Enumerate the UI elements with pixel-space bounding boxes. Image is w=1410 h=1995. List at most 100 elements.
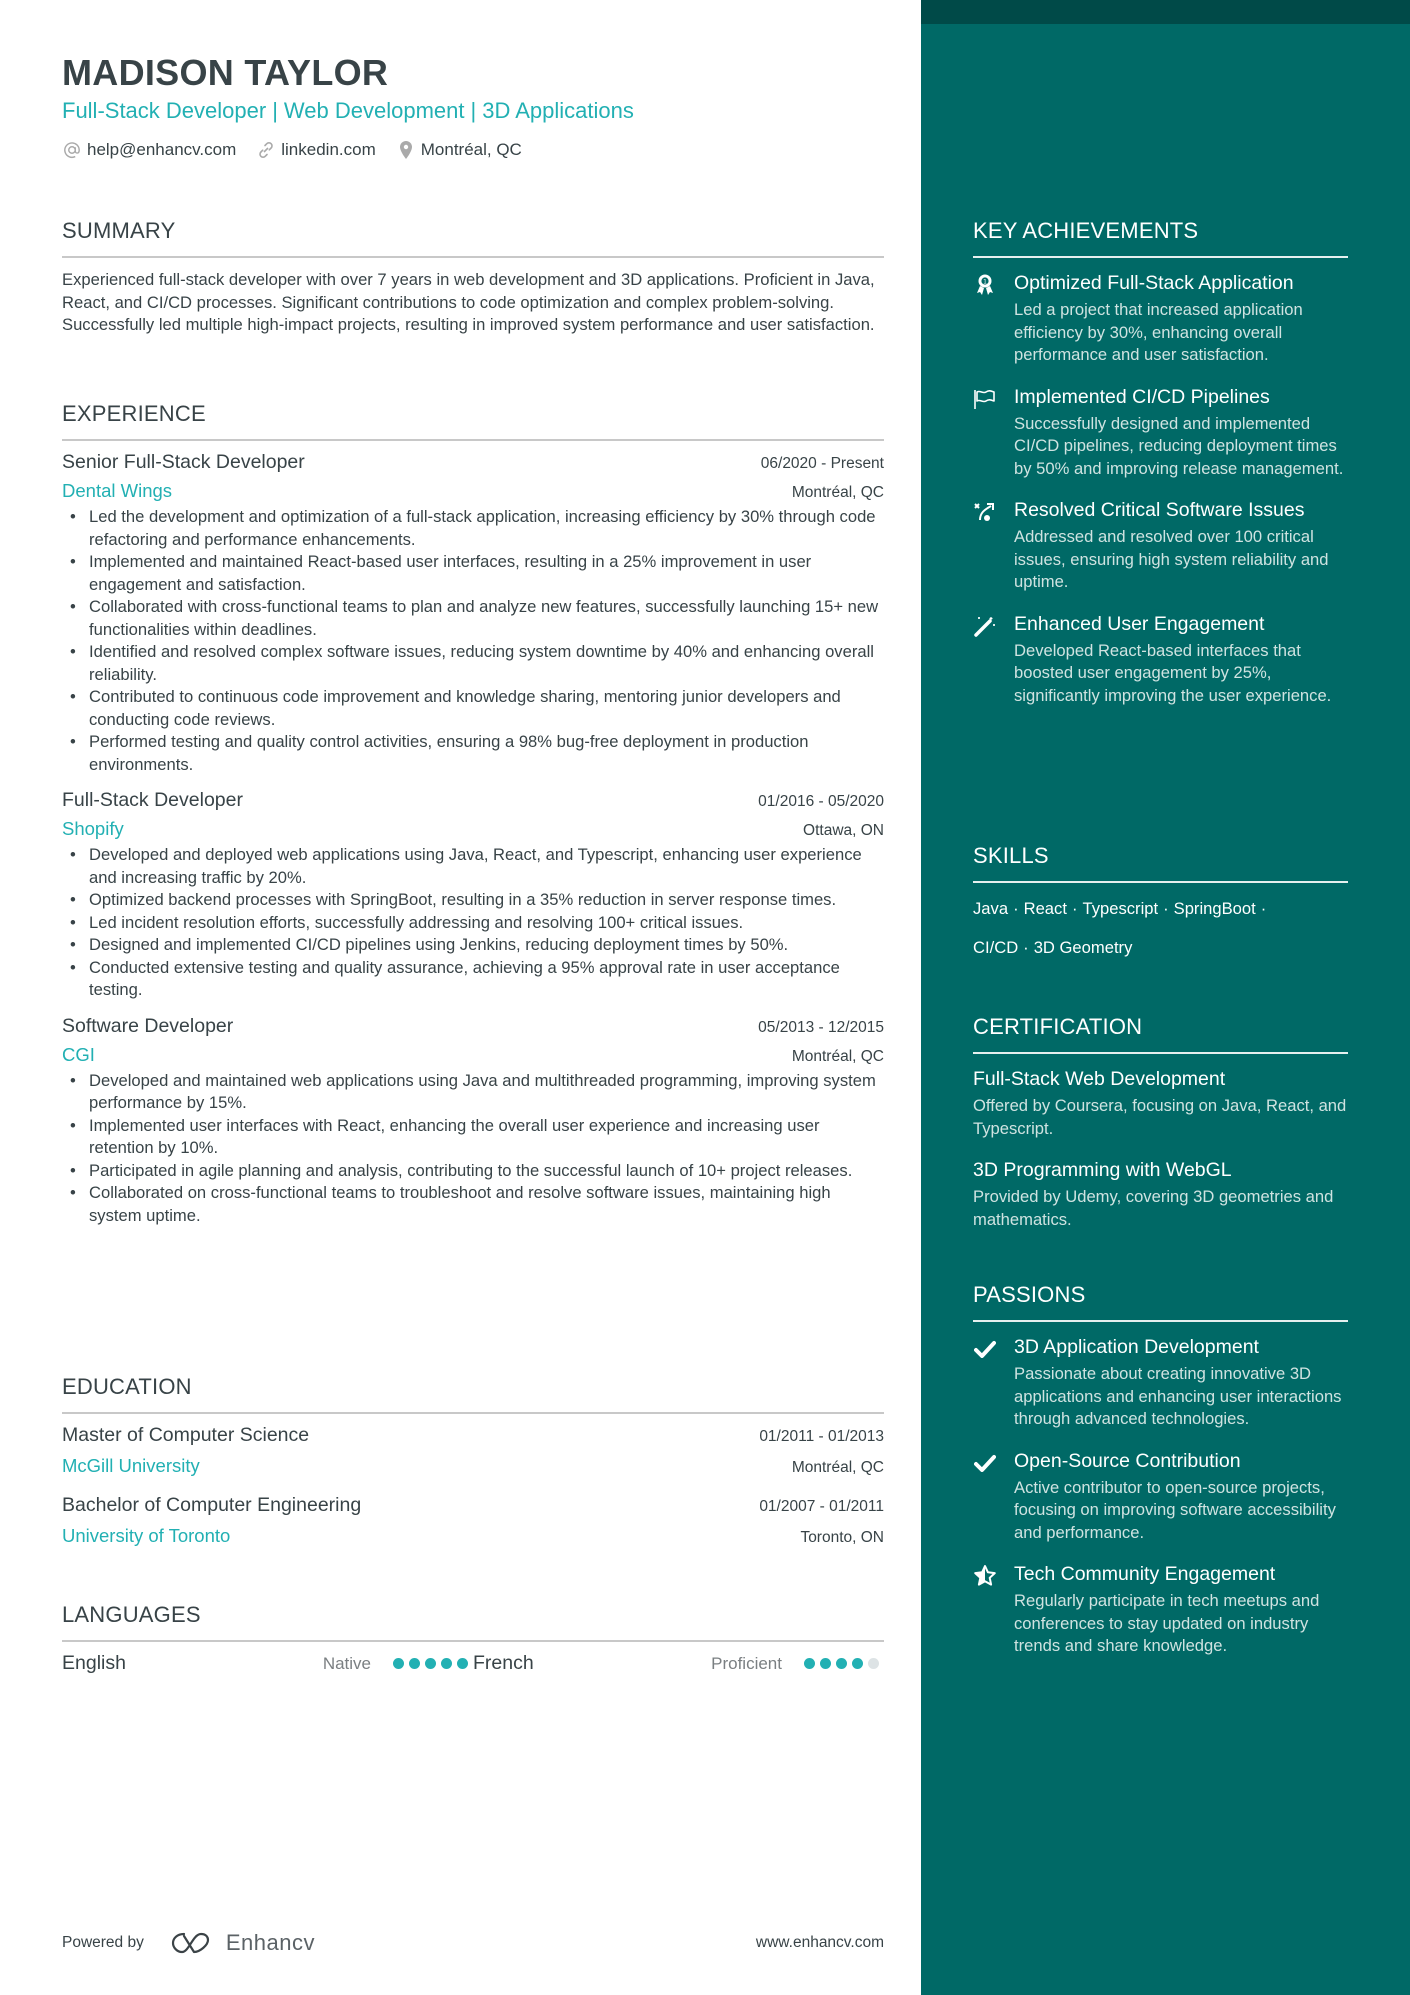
- contact-location-text: Montréal, QC: [420, 140, 522, 159]
- achievement-title: Optimized Full-Stack Application: [1014, 272, 1294, 294]
- passion-title: Open-Source Contribution: [1014, 1449, 1241, 1472]
- summary-section: SUMMARY Experienced full-stack developer…: [62, 218, 884, 337]
- skill-tag: CI/CD: [973, 938, 1019, 957]
- rating-dot-filled: [852, 1658, 863, 1669]
- contact-location: Montréal, QC: [396, 140, 522, 160]
- contact-list: help@enhancv.com linkedin.com Montréal, …: [62, 140, 542, 160]
- education-location: Montréal, QC: [791, 1459, 884, 1476]
- achievement-item: Enhanced User Engagement Developed React…: [973, 611, 1348, 708]
- checkmark-icon: [973, 1451, 997, 1475]
- achievement-title: Implemented CI/CD Pipelines: [1014, 385, 1270, 408]
- footer-url[interactable]: www.enhancv.com: [756, 1934, 884, 1952]
- award-ribbon-icon: 1: [973, 273, 997, 297]
- rating-dot-filled: [441, 1658, 452, 1669]
- footer: Powered by Enhancv www.enhancv.com: [62, 1930, 884, 1956]
- skills-section: SKILLS Java · React · Typescript · SpringBoot ·…: [973, 843, 1348, 967]
- experience-entry: Full-Stack Developer 01/2016 - 05/2020 S…: [62, 789, 884, 1002]
- rating-dot-filled: [836, 1658, 847, 1669]
- company-name: CGI: [62, 1043, 95, 1065]
- headline-part: 3D Applications: [482, 98, 634, 123]
- bullet-item: Designed and implemented CI/CD pipelines…: [62, 934, 884, 957]
- skill-tag: SpringBoot: [1173, 899, 1256, 918]
- achievements-section: KEY ACHIEVEMENTS 1 Optimized Full-Stack …: [973, 218, 1348, 707]
- skill-tag: React: [1023, 899, 1067, 918]
- certification-desc: Offered by Coursera, focusing on Java, R…: [973, 1096, 1347, 1138]
- education-location: Toronto, ON: [800, 1529, 884, 1546]
- contact-email[interactable]: help@enhancv.com: [62, 140, 236, 160]
- passion-desc: Regularly participate in tech meetups an…: [1014, 1591, 1320, 1655]
- location-pin-icon: [396, 140, 416, 160]
- enhancv-logo-icon: [171, 1932, 209, 1954]
- passion-title: Tech Community Engagement: [1014, 1563, 1276, 1585]
- job-location: Montréal, QC: [791, 484, 884, 501]
- bullet-item: Collaborated with cross-functional teams…: [62, 596, 884, 641]
- headline-part: Web Development: [283, 98, 465, 123]
- language-list: English Native French Proficient: [62, 1652, 884, 1675]
- contact-linkedin-text: linkedin.com: [281, 140, 376, 159]
- svg-text:1: 1: [983, 278, 987, 285]
- star-icon: [973, 1564, 997, 1588]
- job-dates: 06/2020 - Present: [760, 455, 884, 472]
- degree: Bachelor of Computer Engineering: [62, 1494, 362, 1516]
- language-rating: [804, 1658, 884, 1669]
- school-name: University of Toronto: [62, 1525, 231, 1546]
- company-name: Shopify: [62, 818, 124, 839]
- headline-part: Full-Stack Developer: [62, 98, 267, 123]
- job-dates: 05/2013 - 12/2015: [758, 1018, 884, 1036]
- bullet-item: Developed and maintained web application…: [62, 1070, 884, 1115]
- company-name: Dental Wings: [62, 480, 173, 501]
- language-name: English: [62, 1652, 126, 1674]
- brand-name: Enhancv: [225, 1930, 315, 1955]
- skill-tag: Java: [973, 899, 1009, 918]
- bullet-list: Developed and deployed web applications …: [62, 844, 884, 1002]
- section-title: SKILLS: [973, 843, 1348, 883]
- rating-dot-empty: [868, 1658, 879, 1669]
- language-name: French: [473, 1652, 534, 1674]
- section-title: LANGUAGES: [62, 1602, 884, 1642]
- bullet-list: Developed and maintained web application…: [62, 1070, 884, 1228]
- job-title: Full-Stack Developer: [62, 789, 243, 811]
- certification-item: Full-Stack Web Development Offered by Co…: [973, 1066, 1348, 1140]
- passion-item: Open-Source Contribution Active contribu…: [973, 1448, 1348, 1545]
- certification-title: Full-Stack Web Development: [973, 1068, 1226, 1090]
- sidebar: KEY ACHIEVEMENTS 1 Optimized Full-Stack …: [921, 0, 1410, 1995]
- job-title: Senior Full-Stack Developer: [62, 451, 305, 473]
- achievement-desc: Developed React-based interfaces that bo…: [1014, 640, 1332, 705]
- at-icon: [62, 140, 82, 160]
- achievement-desc: Led a project that increased application…: [1014, 300, 1303, 364]
- achievement-desc: Addressed and resolved over 100 critical…: [1014, 527, 1329, 591]
- passion-desc: Active contributor to open-source projec…: [1014, 1477, 1336, 1542]
- bullet-item: Implemented and maintained React-based u…: [62, 551, 884, 596]
- education-dates: 01/2011 - 01/2013: [759, 1428, 884, 1445]
- summary-text: Experienced full-stack developer with ov…: [62, 270, 875, 334]
- passion-item: 3D Application Development Passionate ab…: [973, 1334, 1348, 1431]
- achievement-desc: Successfully designed and implemented CI…: [1014, 413, 1344, 478]
- section-title: EDUCATION: [62, 1374, 884, 1414]
- link-icon: [256, 140, 276, 160]
- skill-tag: 3D Geometry: [1033, 938, 1133, 957]
- sidebar-top-bar: [921, 0, 1410, 24]
- section-title: CERTIFICATION: [973, 1014, 1348, 1054]
- flag-icon: [973, 387, 997, 411]
- contact-email-text: help@enhancv.com: [87, 140, 237, 159]
- experience-entry: Senior Full-Stack Developer 06/2020 - Pr…: [62, 451, 884, 776]
- education-dates: 01/2007 - 01/2011: [759, 1498, 884, 1515]
- certification-title: 3D Programming with WebGL: [973, 1159, 1232, 1181]
- headline-separator: |: [470, 98, 477, 123]
- powered-by: Powered by Enhancv: [62, 1930, 315, 1956]
- degree: Master of Computer Science: [62, 1424, 310, 1446]
- bullet-item: Led incident resolution efforts, success…: [62, 912, 884, 935]
- certification-desc: Provided by Udemy, covering 3D geometrie…: [973, 1187, 1334, 1229]
- rating-dot-filled: [804, 1658, 815, 1669]
- certification-section: CERTIFICATION Full-Stack Web Development…: [973, 1014, 1348, 1231]
- headline-separator: |: [272, 98, 278, 123]
- job-location: Ottawa, ON: [803, 822, 884, 839]
- powered-by-label: Powered by: [62, 1934, 144, 1951]
- achievement-title: Resolved Critical Software Issues: [1014, 499, 1305, 521]
- enhancv-brand[interactable]: Enhancv: [170, 1930, 315, 1956]
- section-title: EXPERIENCE: [62, 401, 884, 441]
- passion-title: 3D Application Development: [1014, 1336, 1259, 1358]
- contact-linkedin[interactable]: linkedin.com: [256, 140, 376, 160]
- bullet-item: Optimized backend processes with SpringB…: [62, 889, 884, 912]
- bullet-list: Led the development and optimization of …: [62, 506, 884, 776]
